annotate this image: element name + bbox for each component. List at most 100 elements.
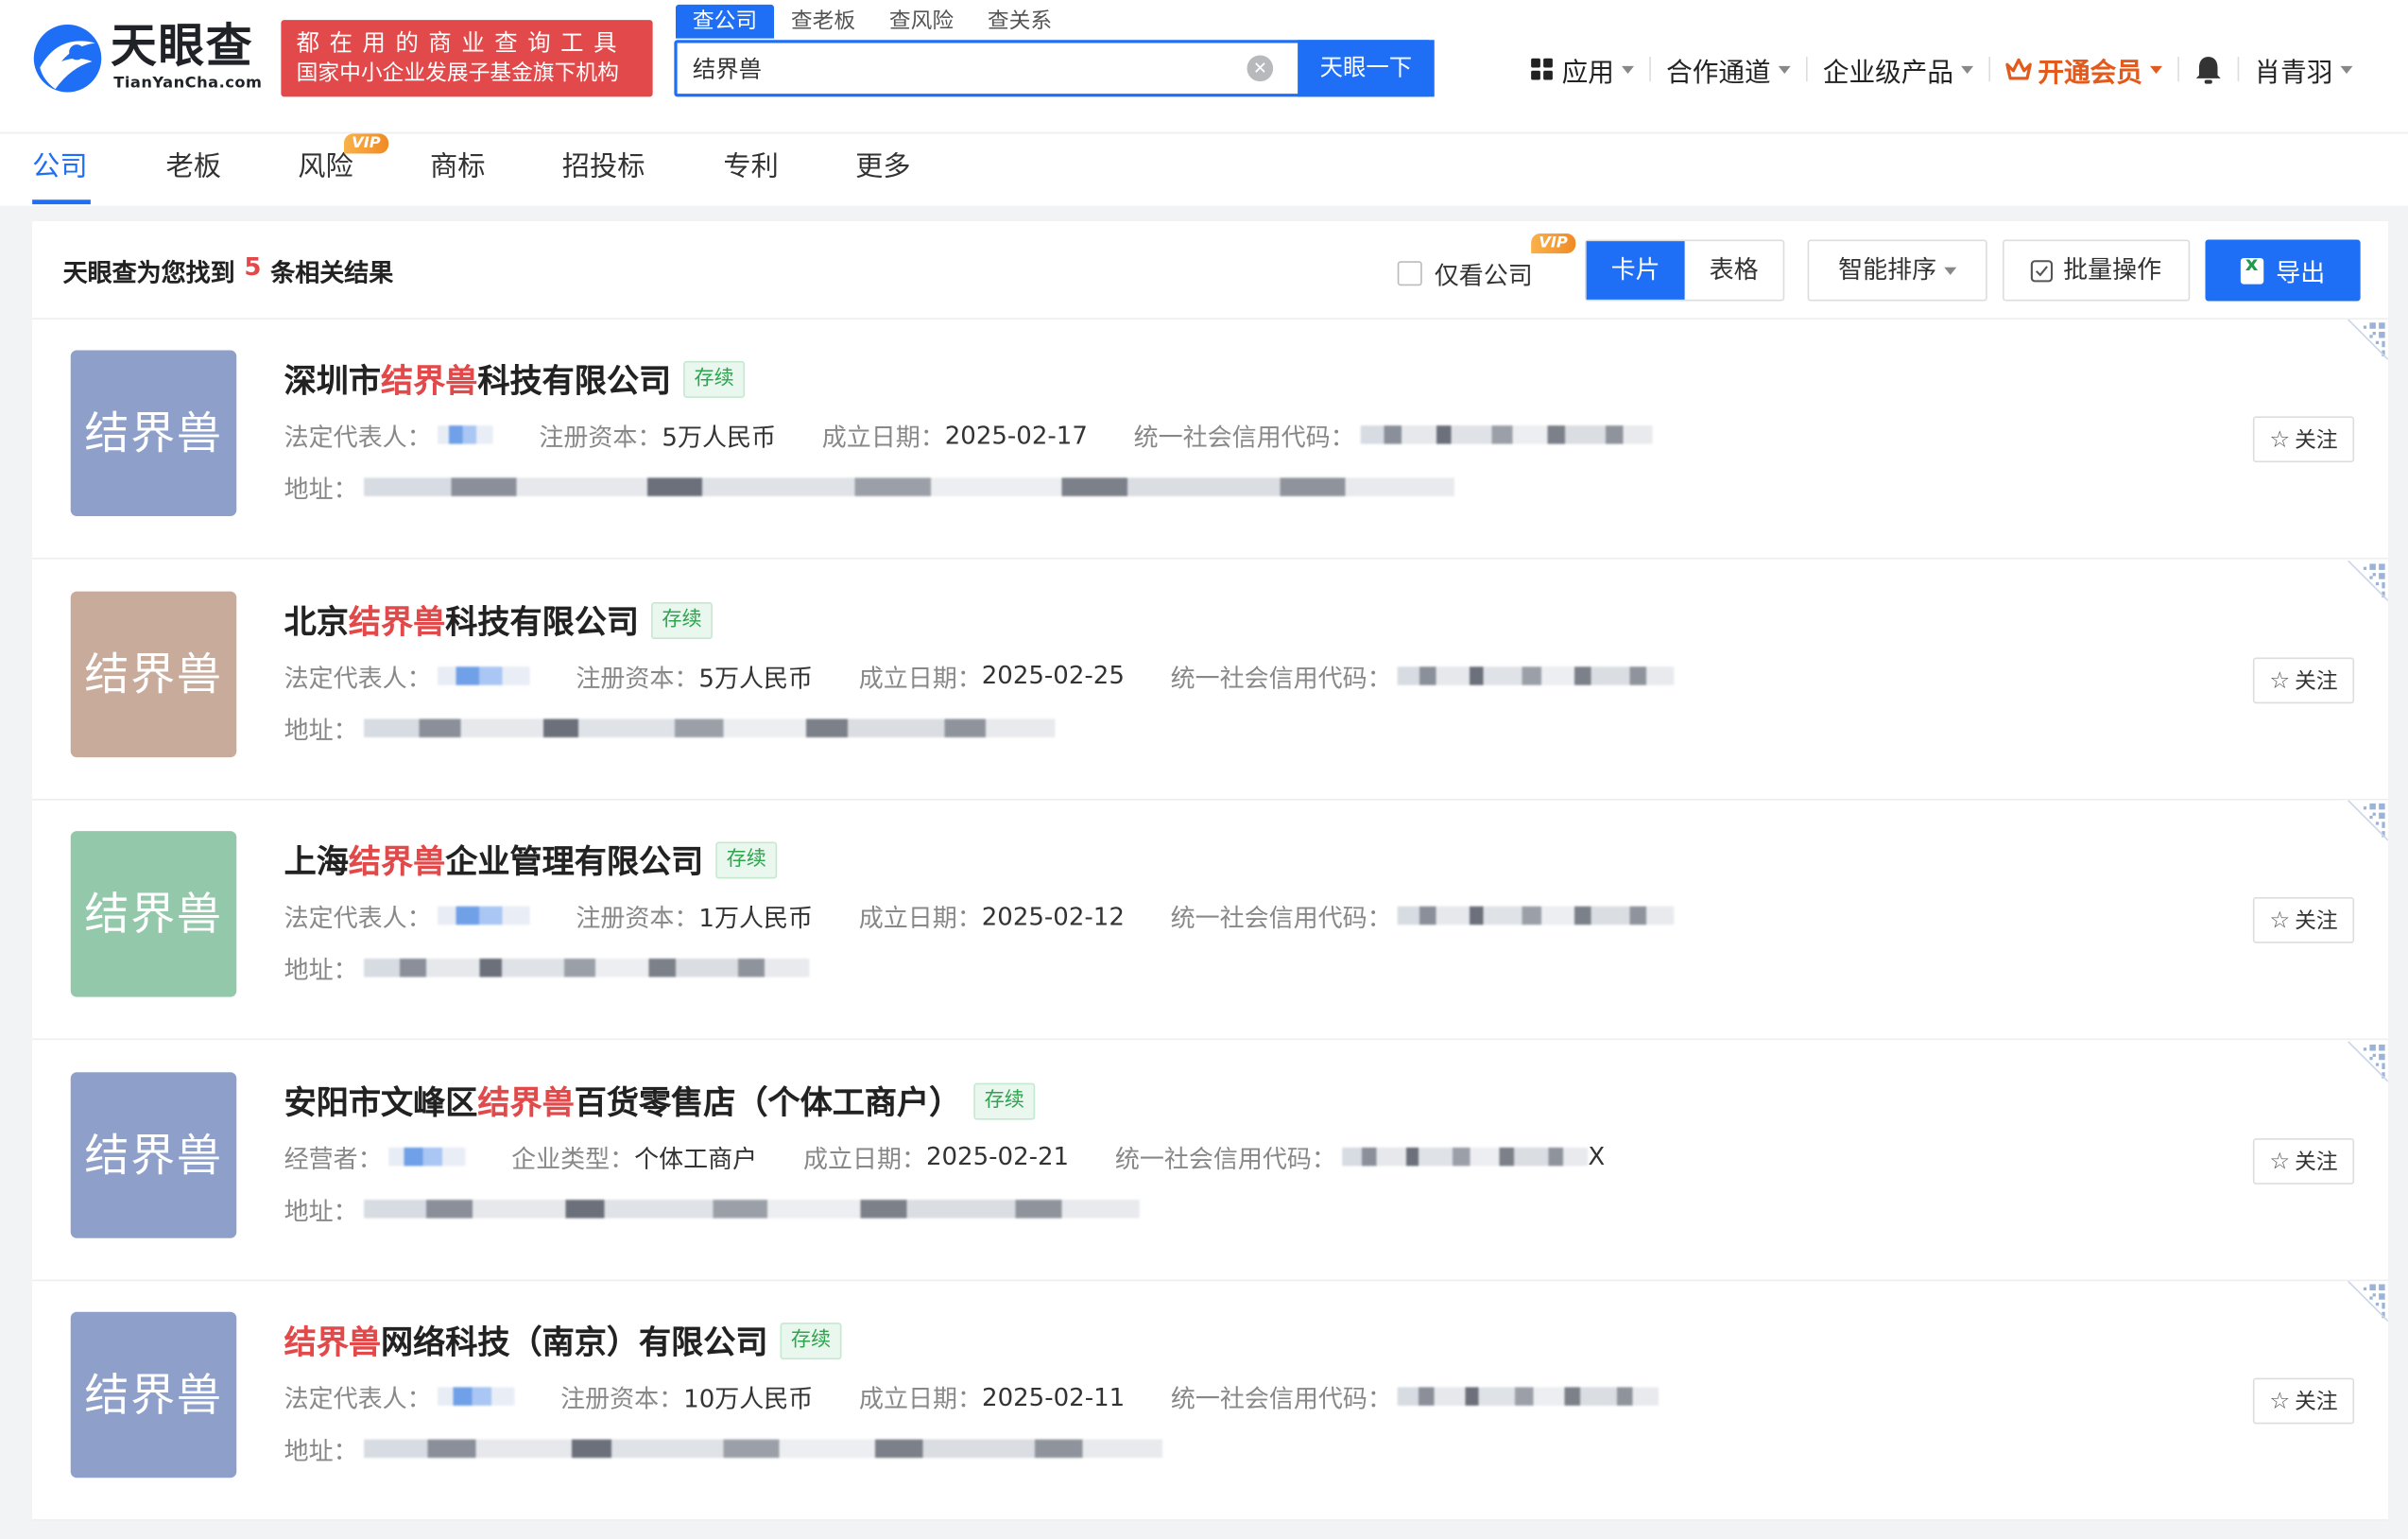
follow-button[interactable]: ☆ 关注 xyxy=(2252,416,2355,463)
qr-code-icon[interactable] xyxy=(2342,1281,2388,1327)
star-icon: ☆ xyxy=(2269,906,2291,934)
caret-down-icon xyxy=(1944,266,1957,275)
redacted-credit-code xyxy=(1398,906,1675,925)
follow-button[interactable]: ☆ 关注 xyxy=(2252,656,2355,703)
qr-code-icon[interactable] xyxy=(2342,320,2388,366)
result-card[interactable]: 结界兽 安阳市文峰区 结界兽 百货零售店（个体工商户） 存续 经营者： 企业类型：个… xyxy=(32,1040,2388,1281)
only-company-filter[interactable]: 仅看公司 xyxy=(1397,255,1533,292)
qr-code-icon[interactable] xyxy=(2342,800,2388,847)
company-logo[interactable]: 结界兽 xyxy=(70,831,237,997)
caret-down-icon xyxy=(2340,65,2353,74)
company-name-suffix: 网络科技（南京）有限公司 xyxy=(381,1323,768,1361)
search-tab-company[interactable]: 查公司 xyxy=(676,4,774,39)
company-address-row: 地址： xyxy=(284,949,810,986)
export-button[interactable]: 导出 xyxy=(2205,239,2361,302)
batch-button[interactable]: 批量操作 xyxy=(2003,239,2191,302)
apps-grid-icon xyxy=(1531,58,1553,80)
tab-boss[interactable]: 老板 xyxy=(166,149,222,186)
follow-button[interactable]: ☆ 关注 xyxy=(2252,1377,2355,1425)
company-logo[interactable]: 结界兽 xyxy=(70,590,237,757)
redacted-address xyxy=(364,959,810,977)
follow-button[interactable]: ☆ 关注 xyxy=(2252,1137,2355,1185)
company-logo[interactable]: 结界兽 xyxy=(70,1071,237,1237)
result-card[interactable]: 结界兽 北京 结界兽 科技有限公司 存续 法定代表人： 注册资本： 5万人民币 成立日… xyxy=(32,560,2388,800)
tab-trademark[interactable]: 商标 xyxy=(430,149,486,186)
notifications[interactable] xyxy=(2179,55,2238,84)
vip-badge: VIP xyxy=(1531,233,1575,254)
result-card[interactable]: 结界兽 深圳市 结界兽 科技有限公司 存续 法定代表人： 注册资本： 5万人民币 成立… xyxy=(32,320,2388,560)
partner-menu[interactable]: 合作通道 xyxy=(1651,50,1806,89)
redacted-person[interactable] xyxy=(438,906,530,925)
view-card-button[interactable]: 卡片 xyxy=(1586,241,1685,300)
tab-company[interactable]: 公司 xyxy=(32,149,88,186)
field4-label: 统一社会信用代码： xyxy=(1170,903,1392,933)
address-label: 地址： xyxy=(284,715,358,745)
company-name[interactable]: 上海 结界兽 企业管理有限公司 存续 xyxy=(284,838,778,884)
apps-menu[interactable]: 应用 xyxy=(1516,50,1649,88)
partner-label: 合作通道 xyxy=(1666,57,1771,89)
qr-code-icon[interactable] xyxy=(2342,1040,2388,1087)
company-name-highlight: 结界兽 xyxy=(348,843,446,881)
tab-patent[interactable]: 专利 xyxy=(723,149,779,186)
field2-value: 5万人民币 xyxy=(662,422,776,452)
redacted-credit-code xyxy=(1398,1387,1660,1406)
follow-label: 关注 xyxy=(2295,909,2338,934)
field1-label: 法定代表人： xyxy=(284,663,432,693)
follow-label: 关注 xyxy=(2295,1150,2338,1175)
field4-label: 统一社会信用代码： xyxy=(1133,422,1355,452)
site-logo[interactable]: 天眼查 TianYanCha.com xyxy=(31,19,277,99)
slogan-banner[interactable]: 都在用的商业查询工具 国家中小企业发展子基金旗下机构 xyxy=(281,20,653,97)
redacted-person[interactable] xyxy=(438,1387,515,1406)
batch-check-icon xyxy=(2031,259,2054,282)
field2-value: 10万人民币 xyxy=(683,1384,814,1413)
redacted-person[interactable] xyxy=(388,1147,466,1166)
only-company-checkbox[interactable] xyxy=(1397,261,1422,286)
company-logo[interactable]: 结界兽 xyxy=(70,1311,237,1478)
redacted-person[interactable] xyxy=(438,666,530,684)
summary-suffix: 条相关结果 xyxy=(270,258,394,287)
company-name-prefix: 深圳市 xyxy=(284,362,381,400)
tab-more[interactable]: 更多 xyxy=(855,149,911,186)
clear-icon[interactable]: ✕ xyxy=(1247,55,1274,82)
search-tab-relation[interactable]: 查关系 xyxy=(971,5,1069,39)
result-card[interactable]: 结界兽 上海 结界兽 企业管理有限公司 存续 法定代表人： 注册资本： 1万人民币 成… xyxy=(32,800,2388,1041)
company-name[interactable]: 安阳市文峰区 结界兽 百货零售店（个体工商户） 存续 xyxy=(284,1078,1036,1124)
redacted-person[interactable] xyxy=(438,425,493,444)
field2-label: 注册资本： xyxy=(576,663,699,693)
search-tab-boss[interactable]: 查老板 xyxy=(774,5,872,39)
field4-label: 统一社会信用代码： xyxy=(1170,1384,1392,1413)
follow-button[interactable]: ☆ 关注 xyxy=(2252,897,2355,943)
vip-menu[interactable]: 开通会员 xyxy=(1990,50,2177,88)
address-label: 地址： xyxy=(284,955,358,985)
qr-code-icon[interactable] xyxy=(2342,560,2388,607)
tab-risk[interactable]: 风险 xyxy=(298,149,353,186)
tab-bidding[interactable]: 招投标 xyxy=(562,149,645,186)
company-info-row: 法定代表人： 注册资本： 1万人民币 成立日期： 2025-02-12 统一社会信用… xyxy=(284,897,1721,934)
company-info-row: 法定代表人： 注册资本： 5万人民币 成立日期： 2025-02-17 统一社会信用… xyxy=(284,416,1699,453)
company-name[interactable]: 深圳市 结界兽 科技有限公司 存续 xyxy=(284,356,746,403)
company-name[interactable]: 结界兽 网络科技（南京）有限公司 存续 xyxy=(284,1318,842,1364)
category-tabs: 公司 老板 风险 VIP 商标 招投标 专利 更多 xyxy=(0,131,2408,206)
tianyancha-logo-icon xyxy=(33,25,102,93)
company-logo[interactable]: 结界兽 xyxy=(70,350,237,516)
enterprise-menu[interactable]: 企业级产品 xyxy=(1808,50,1989,88)
crown-icon xyxy=(2005,57,2032,79)
result-card[interactable]: 结界兽 结界兽 网络科技（南京）有限公司 存续 法定代表人： 注册资本： 10万人民… xyxy=(32,1281,2388,1521)
credit-code-tail: X xyxy=(1588,1141,1606,1171)
company-name[interactable]: 北京 结界兽 科技有限公司 存续 xyxy=(284,597,714,643)
search-button[interactable]: 天眼一下 xyxy=(1298,40,1435,97)
search-input[interactable] xyxy=(692,43,1246,95)
summary-prefix: 天眼查为您找到 xyxy=(62,258,235,287)
company-name-suffix: 企业管理有限公司 xyxy=(445,843,704,881)
search-tab-risk[interactable]: 查风险 xyxy=(872,5,971,39)
field4-label: 统一社会信用代码： xyxy=(1170,663,1392,693)
excel-icon xyxy=(2240,252,2264,284)
sort-dropdown[interactable]: 智能排序 xyxy=(1807,239,1987,302)
company-name-suffix: 科技有限公司 xyxy=(477,362,672,400)
user-menu[interactable]: 肖青羽 xyxy=(2239,50,2368,88)
company-name-highlight: 结界兽 xyxy=(477,1083,575,1121)
view-table-button[interactable]: 表格 xyxy=(1685,241,1783,300)
follow-label: 关注 xyxy=(2295,1390,2338,1415)
redacted-credit-code xyxy=(1342,1147,1589,1166)
search-type-tabs: 查公司 查老板 查风险 查关系 xyxy=(676,4,1069,39)
